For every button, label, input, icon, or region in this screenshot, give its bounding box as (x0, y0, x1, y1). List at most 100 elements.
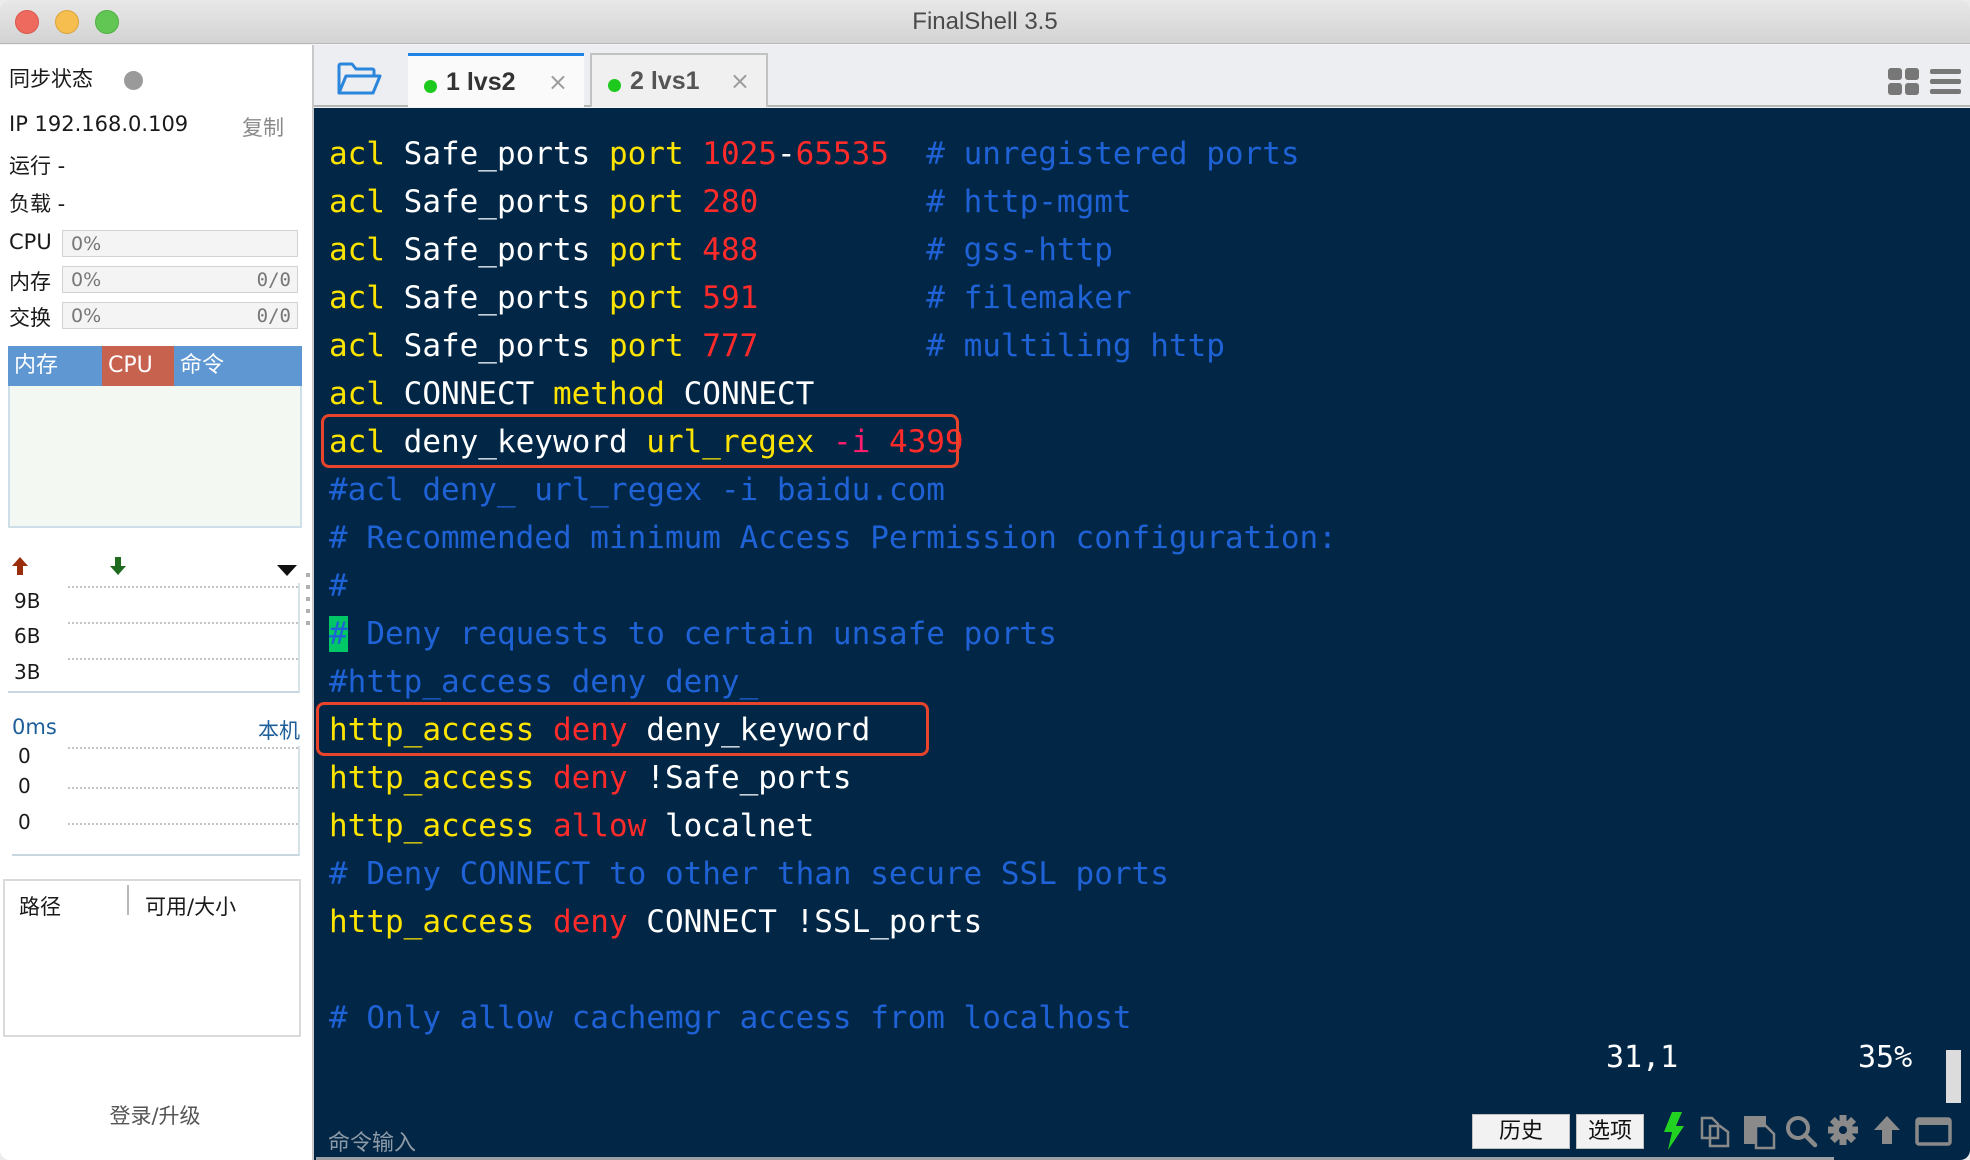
terminal-token: !Safe_ports (646, 760, 852, 796)
memory-meter: 0% 0/0 (62, 266, 298, 293)
options-button[interactable]: 选项 (1576, 1114, 1644, 1149)
terminal-line: # Recommended minimum Access Permission … (329, 514, 1337, 562)
terminal-token: # (329, 568, 348, 604)
terminal-line: http_access allow localnet (329, 802, 1337, 850)
session-tab-lvs2[interactable]: 1 lvs2 × (408, 53, 584, 107)
search-icon[interactable] (1784, 1110, 1818, 1150)
tab-label: 1 lvs2 (446, 68, 516, 96)
terminal-token: http_access (329, 760, 553, 796)
terminal-token: # Deny CONNECT to other than secure SSL … (329, 856, 1169, 892)
session-tab-bar: 1 lvs2 × 2 lvs1 × (314, 45, 1970, 107)
terminal-token: http_access (329, 904, 553, 940)
ping-y-label: 0 (18, 774, 31, 798)
scroll-percent: 35% (1858, 1040, 1913, 1075)
process-tab-memory[interactable]: 内存 (8, 346, 102, 386)
ping-host[interactable]: 本机 (258, 715, 300, 745)
folder-open-icon[interactable] (336, 62, 382, 96)
terminal-token: acl (329, 136, 404, 172)
swap-ratio: 0/0 (256, 305, 291, 327)
session-tab-lvs1[interactable]: 2 lvs1 × (590, 53, 768, 107)
terminal-line: acl CONNECT method CONNECT (329, 370, 1337, 418)
swap-label: 交换 (9, 306, 51, 330)
terminal-token: http_access (329, 808, 553, 844)
terminal[interactable]: acl Safe_ports port 1025-65535 # unregis… (314, 108, 1970, 1160)
cpu-meter: 0% (62, 230, 298, 257)
terminal-token: allow (552, 808, 665, 844)
upload-arrow-icon (9, 555, 31, 582)
login-upgrade-button[interactable]: 登录/升级 (0, 1100, 310, 1130)
terminal-token: 488 (702, 232, 759, 268)
terminal-token: Safe_ports (403, 328, 609, 364)
swap-percent: 0% (71, 305, 102, 327)
process-tab-command[interactable]: 命令 (174, 346, 302, 386)
terminal-line: # Only allow cachemgr access from localh… (329, 994, 1337, 1042)
terminal-token: 65535 (795, 136, 889, 172)
network-grid-line (68, 586, 298, 588)
column-divider (127, 885, 129, 915)
terminal-line: #acl deny_ url_regex -i baidu.com (329, 466, 1337, 514)
paste-icon[interactable] (1742, 1110, 1776, 1150)
terminal-line: acl Safe_ports port 1025-65535 # unregis… (329, 130, 1337, 178)
process-list[interactable] (8, 386, 302, 528)
process-tabs: 内存 CPU 命令 (8, 346, 302, 386)
network-grid-line (68, 622, 298, 624)
close-tab-icon[interactable]: × (548, 68, 568, 96)
copy-ip-button[interactable]: 复制 (242, 112, 284, 142)
uptime-label: 运行 - (9, 154, 66, 178)
terminal-token: Safe_ports (403, 280, 609, 316)
terminal-token: deny (552, 904, 647, 940)
lightning-icon[interactable] (1656, 1110, 1690, 1150)
terminal-token: # gss-http (926, 232, 1113, 268)
cpu-percent: 0% (71, 233, 102, 255)
network-chart: 9B 6B 3B (8, 583, 300, 693)
terminal-output: acl Safe_ports port 1025-65535 # unregis… (329, 130, 1337, 1042)
grid-view-icon[interactable] (1888, 68, 1920, 96)
process-tab-cpu[interactable]: CPU (102, 346, 174, 386)
disk-column-path[interactable]: 路径 (19, 891, 61, 921)
finalshell-window: FinalShell 3.5 同步状态 IP 192.168.0.109 复制 … (0, 0, 1970, 1160)
network-grid-line (68, 658, 298, 660)
history-button[interactable]: 历史 (1472, 1114, 1570, 1149)
sidebar: 同步状态 IP 192.168.0.109 复制 运行 - 负载 - CPU 0… (0, 45, 312, 1160)
copy-icon[interactable] (1698, 1110, 1732, 1150)
terminal-token: Safe_ports (403, 232, 609, 268)
terminal-token: CONNECT !SSL_ports (646, 904, 983, 940)
terminal-token: Safe_ports (403, 136, 609, 172)
terminal-line: http_access deny CONNECT !SSL_ports (329, 898, 1337, 946)
disk-column-size[interactable]: 可用/大小 (145, 891, 236, 921)
terminal-token: port (608, 184, 703, 220)
upload-arrow-icon[interactable] (1870, 1110, 1904, 1150)
window-icon[interactable] (1914, 1110, 1954, 1150)
command-input-placeholder: 命令输入 (328, 1131, 417, 1156)
connection-status-dot (424, 80, 437, 93)
connection-status-dot (608, 79, 621, 92)
terminal-token: port (608, 232, 703, 268)
terminal-token: port (608, 280, 703, 316)
close-tab-icon[interactable]: × (730, 67, 750, 95)
terminal-token: acl (329, 184, 404, 220)
sync-status-indicator (124, 71, 143, 90)
terminal-line: http_access deny !Safe_ports (329, 754, 1337, 802)
hamburger-menu-icon[interactable] (1930, 68, 1962, 96)
terminal-token: # http-mgmt (926, 184, 1132, 220)
terminal-token: 591 (702, 280, 759, 316)
tab-label: 2 lvs1 (630, 67, 700, 95)
gear-icon[interactable] (1826, 1110, 1860, 1150)
terminal-token: acl (329, 376, 404, 412)
terminal-token: Deny requests to certain unsafe ports (347, 616, 1057, 652)
terminal-line: # Deny requests to certain unsafe ports (329, 610, 1337, 658)
ping-grid-line (68, 823, 298, 825)
terminal-token: - (776, 136, 796, 172)
highlight-box-acl-deny-keyword (321, 414, 959, 468)
window-title: FinalShell 3.5 (912, 8, 1058, 35)
network-interface-dropdown-icon[interactable] (276, 559, 298, 583)
terminal-token: acl (329, 280, 404, 316)
terminal-scrollbar[interactable] (1946, 1050, 1961, 1103)
terminal-token: CONNECT (683, 376, 815, 412)
title-bar: FinalShell 3.5 (0, 0, 1970, 44)
sidebar-resize-handle[interactable] (306, 573, 310, 633)
